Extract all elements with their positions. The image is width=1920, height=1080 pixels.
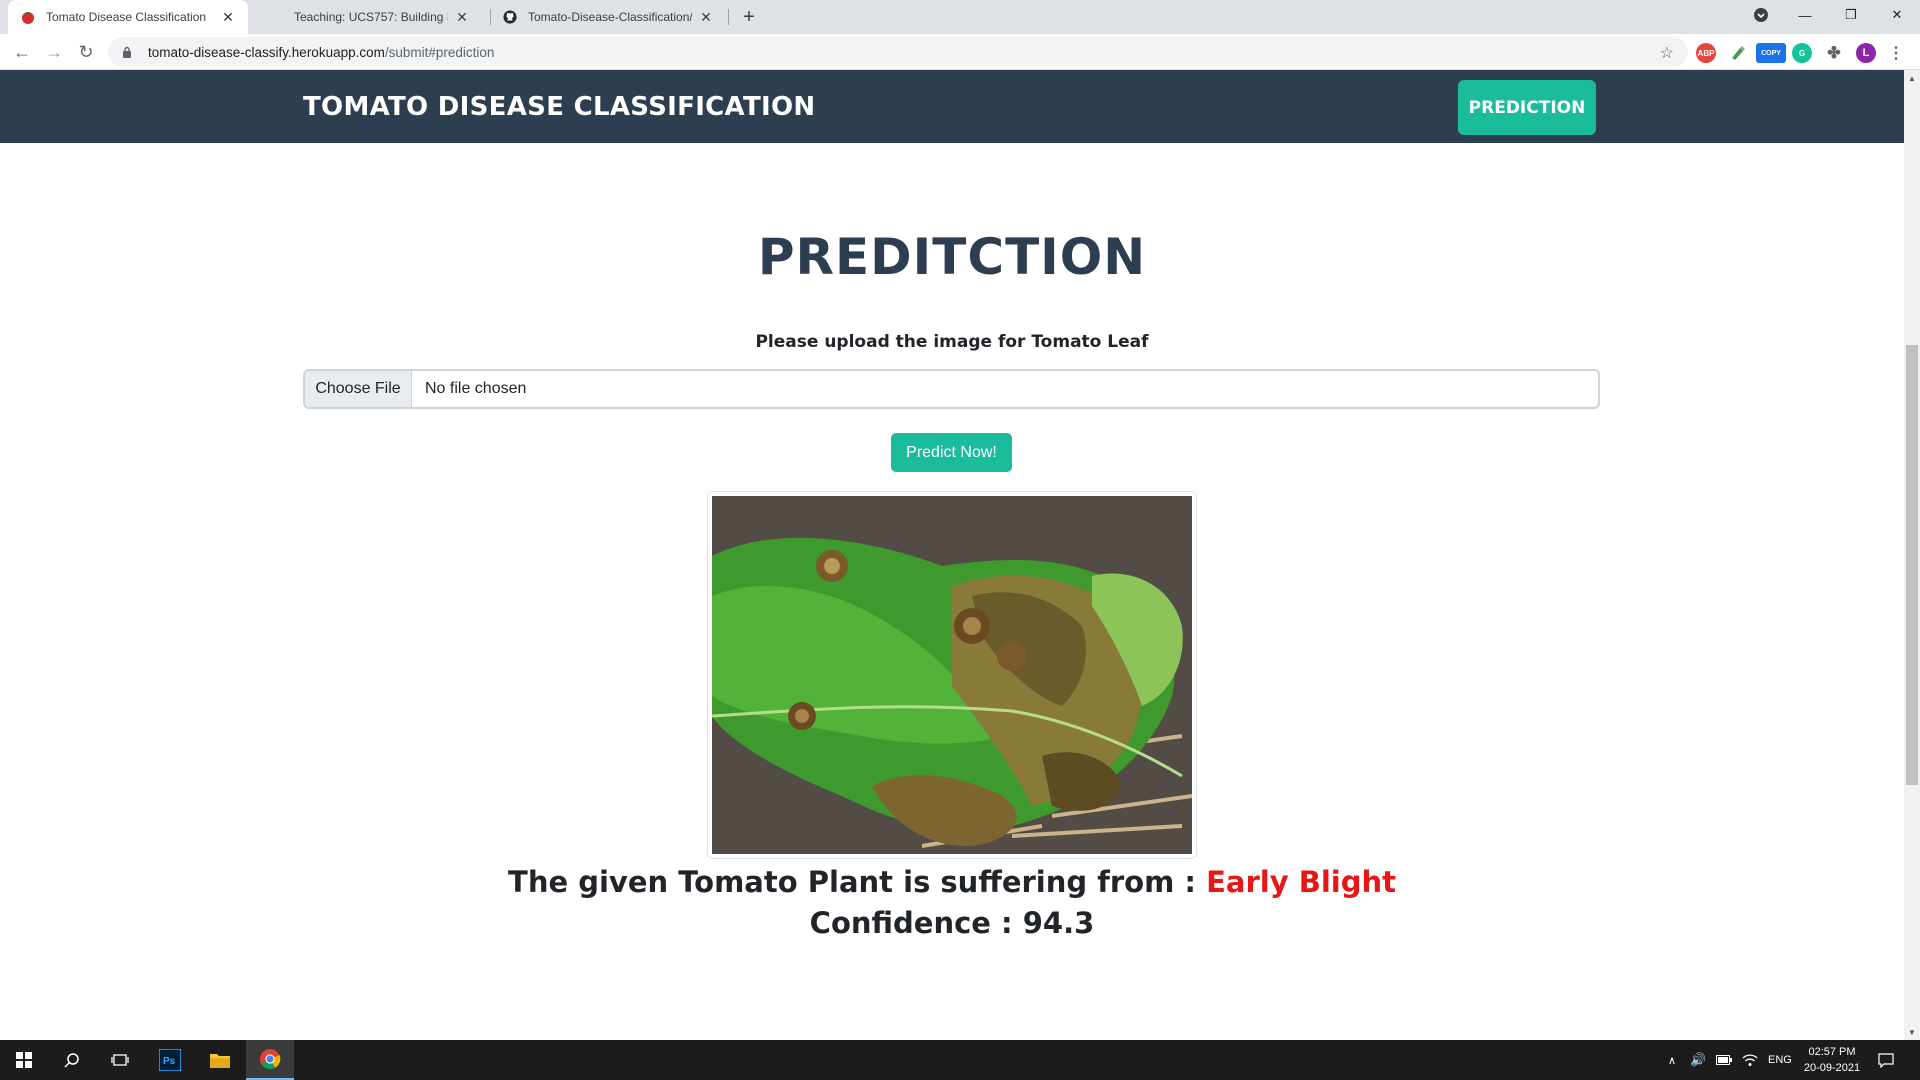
minimize-window-icon[interactable]: — [1782,0,1828,30]
language-indicator[interactable]: ENG [1768,1040,1792,1080]
svg-text:Ps: Ps [163,1056,176,1067]
windows-taskbar: Ps ∧ 🔊 ENG 02:57 PM 20-09-2021 [0,1040,1920,1080]
task-view-icon[interactable] [96,1040,144,1080]
volume-icon[interactable]: 🔊 [1690,1040,1706,1080]
wifi-icon[interactable] [1742,1040,1758,1080]
scroll-up-arrow-icon[interactable]: ▲ [1906,72,1918,84]
prediction-result: The given Tomato Plant is suffering from… [0,865,1904,899]
lock-icon[interactable] [122,45,136,59]
new-tab-plus-icon[interactable]: + [738,6,760,28]
uploaded-leaf-image-frame [707,491,1197,859]
copy-icon[interactable]: COPY [1756,43,1786,63]
url-host: tomato-disease-classify.herokuapp.com [148,44,385,60]
choose-file-button[interactable]: Choose File [305,371,412,407]
tab-title: Teaching: UCS757: Building Innov [294,10,448,24]
tray-chevron-icon[interactable]: ∧ [1668,1040,1676,1080]
site-brand[interactable]: TOMATO DISEASE CLASSIFICATION [303,92,815,122]
extension-paint-icon[interactable] [1728,43,1748,63]
predict-now-button[interactable]: Predict Now! [891,433,1012,472]
close-tab-icon[interactable]: ✕ [220,9,236,25]
scrollbar-thumb[interactable] [1906,345,1918,785]
scroll-down-arrow-icon[interactable]: ▼ [1906,1026,1918,1038]
nav-prediction-button[interactable]: PREDICTION [1458,80,1596,135]
forward-arrow-icon[interactable]: → [40,38,68,66]
restore-window-icon[interactable]: ❐ [1828,0,1874,30]
browser-tab-bar: Tomato Disease Classification ✕ Teaching… [0,0,1920,34]
tab-github-repo[interactable]: Tomato-Disease-Classification/tr ✕ [490,0,726,34]
taskbar-clock[interactable]: 02:57 PM 20-09-2021 [1800,1044,1864,1076]
confidence-label: Confidence : [809,906,1023,940]
extensions-puzzle-icon[interactable]: ✤ [1824,43,1844,63]
tab-favicon-icon [268,9,284,25]
page-title: PREDITCTION [757,228,1147,286]
file-upload-input[interactable]: Choose File No file chosen [303,369,1600,409]
tab-title: Tomato Disease Classification [46,10,207,24]
tab-separator [728,9,729,25]
file-status-text: No file chosen [425,380,527,397]
close-window-icon[interactable]: ✕ [1874,0,1920,30]
chrome-icon[interactable] [246,1040,294,1080]
adblock-icon[interactable]: ABP [1696,43,1716,63]
site-navbar: TOMATO DISEASE CLASSIFICATION PREDICTION [0,70,1904,143]
tab-title: Tomato-Disease-Classification/tr [528,10,692,24]
tomato-leaf-image [712,496,1192,854]
profile-avatar[interactable]: L [1856,43,1876,63]
bookmark-star-icon[interactable]: ☆ [1660,43,1674,63]
battery-icon[interactable] [1716,1040,1732,1080]
browser-menu-icon[interactable]: ⋮ [1886,43,1906,63]
grammarly-icon[interactable]: G [1792,43,1812,63]
disease-name: Early Blight [1206,865,1396,899]
confidence-value: 94.3 [1022,906,1095,940]
address-bar[interactable]: tomato-disease-classify.herokuapp.com/su… [108,37,1688,67]
url-path: /submit#prediction [384,44,495,60]
file-explorer-icon[interactable] [196,1040,244,1080]
close-tab-icon[interactable]: ✕ [454,9,470,25]
clock-date: 20-09-2021 [1803,1062,1861,1074]
result-prefix: The given Tomato Plant is suffering from… [508,865,1207,899]
confidence-result: Confidence : 94.3 [0,906,1904,940]
tab-teaching-ucs757[interactable]: Teaching: UCS757: Building Innov ✕ [256,0,482,34]
back-arrow-icon[interactable]: ← [8,38,36,66]
search-icon[interactable] [48,1040,96,1080]
github-icon [502,9,518,25]
tomato-favicon-icon [20,9,36,25]
reload-icon[interactable]: ↻ [72,38,100,66]
upload-label: Please upload the image for Tomato Leaf [755,332,1149,352]
tab-tomato-disease-classification[interactable]: Tomato Disease Classification ✕ [8,0,248,34]
close-tab-icon[interactable]: ✕ [698,9,714,25]
windows-start-icon[interactable] [0,1040,48,1080]
page-viewport: TOMATO DISEASE CLASSIFICATION PREDICTION… [0,70,1904,1040]
notification-center-icon[interactable] [1878,1040,1894,1080]
photoshop-icon[interactable]: Ps [146,1040,194,1080]
browser-toolbar: ← → ↻ tomato-disease-classify.herokuapp.… [0,34,1920,70]
clock-time: 02:57 PM [1808,1046,1856,1058]
tab-search-chevron-icon[interactable] [1738,0,1784,30]
